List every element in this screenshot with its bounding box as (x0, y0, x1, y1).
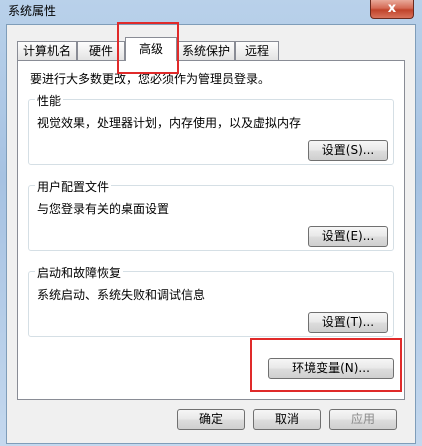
performance-settings-button[interactable]: 设置(S)... (308, 140, 388, 161)
startup-recovery-description: 系统启动、系统失败和调试信息 (37, 288, 206, 302)
performance-description: 视觉效果，处理器计划，内存使用，以及虚拟内存 (37, 116, 302, 130)
ok-button[interactable]: 确定 (177, 409, 245, 430)
user-profiles-title: 用户配置文件 (35, 178, 112, 195)
environment-variables-button[interactable]: 环境变量(N)... (268, 358, 394, 379)
cancel-button[interactable]: 取消 (253, 409, 321, 430)
window-title: 系统属性 (8, 4, 57, 18)
user-profiles-settings-button[interactable]: 设置(E)... (308, 226, 388, 247)
user-profiles-description: 与您登录有关的桌面设置 (37, 202, 170, 216)
apply-button[interactable]: 应用 (329, 409, 397, 430)
title-bar: 系统属性 x (0, 0, 422, 20)
startup-recovery-title: 启动和故障恢复 (35, 264, 124, 281)
advanced-tab-panel: 要进行大多数更改，您必须作为管理员登录。 性能 视觉效果，处理器计划，内存使用，… (17, 60, 405, 400)
performance-title: 性能 (35, 92, 64, 109)
performance-group: 性能 视觉效果，处理器计划，内存使用，以及虚拟内存 设置(S)... (28, 92, 394, 165)
close-button[interactable]: x (370, 0, 414, 19)
startup-recovery-group: 启动和故障恢复 系统启动、系统失败和调试信息 设置(T)... (28, 264, 394, 337)
startup-recovery-settings-button[interactable]: 设置(T)... (308, 312, 388, 333)
admin-notice: 要进行大多数更改，您必须作为管理员登录。 (30, 72, 271, 86)
tab-system-protection[interactable]: 系统保护 (177, 41, 235, 60)
tab-hardware[interactable]: 硬件 (77, 41, 125, 60)
tab-computer-name[interactable]: 计算机名 (17, 41, 77, 60)
tab-remote[interactable]: 远程 (235, 41, 279, 60)
system-properties-dialog: 计算机名 硬件 高级 系统保护 远程 要进行大多数更改，您必须作为管理员登录。 … (6, 24, 416, 444)
user-profiles-group: 用户配置文件 与您登录有关的桌面设置 设置(E)... (28, 178, 394, 251)
tab-advanced[interactable]: 高级 (125, 37, 177, 61)
